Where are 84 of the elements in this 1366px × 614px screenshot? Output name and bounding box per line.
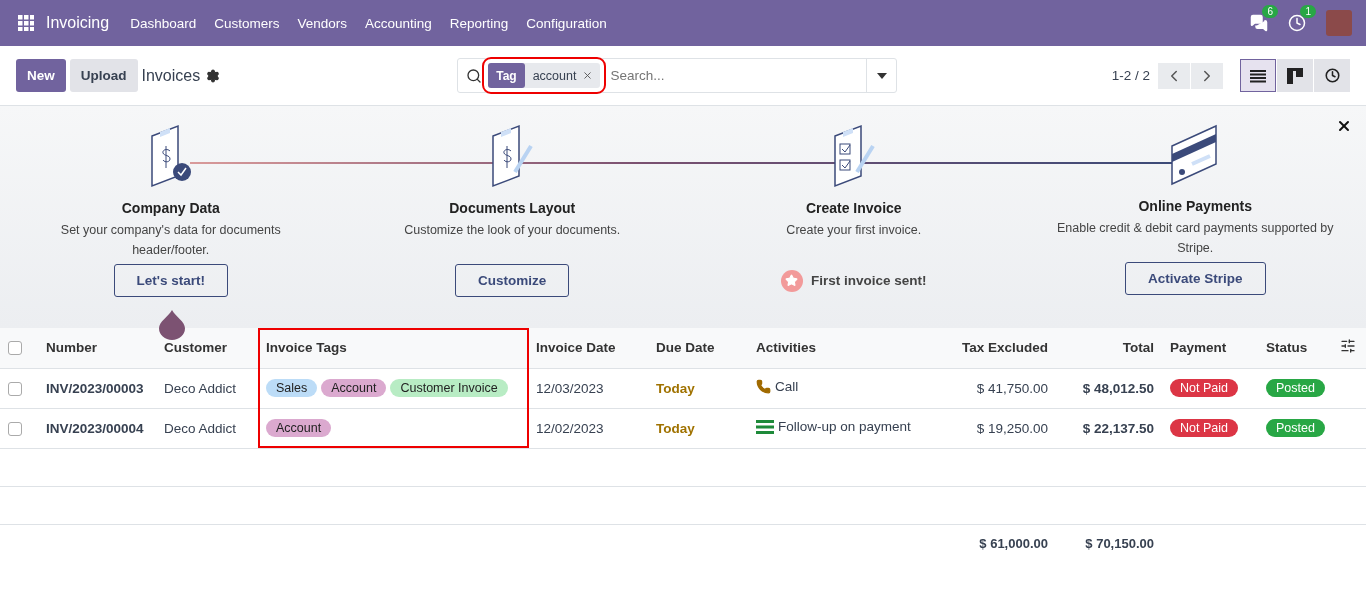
table-cell: INV/2023/00004 <box>38 408 156 448</box>
column-header[interactable]: Due Date <box>648 328 748 368</box>
facet-label: Tag <box>488 63 525 88</box>
new-button[interactable]: New <box>16 59 66 92</box>
clock-icon[interactable] <box>1288 14 1306 32</box>
step-description: Enable credit & debit card payments supported by Stripe. <box>1055 220 1335 257</box>
payment-badge: Not Paid <box>1170 379 1238 397</box>
task-list-icon <box>756 419 774 434</box>
clock-icon <box>1324 68 1340 83</box>
close-icon[interactable] <box>582 70 594 81</box>
step-done-text: First invoice sent! <box>811 273 927 288</box>
row-checkbox[interactable] <box>8 381 22 396</box>
step-description: Create your first invoice. <box>785 222 923 239</box>
tag: Sales <box>266 379 318 397</box>
next-button[interactable] <box>1191 62 1223 89</box>
step-button[interactable]: Customize <box>455 264 570 297</box>
table-cell: $ 41,750.00 <box>900 368 1056 408</box>
status-badge: Posted <box>1266 419 1325 437</box>
close-button[interactable] <box>1336 118 1352 134</box>
step-title: Documents Layout <box>449 200 576 216</box>
activity-label[interactable]: Call <box>775 379 799 394</box>
step-button[interactable]: Let's start! <box>113 264 228 297</box>
total-value: $ 70,150.00 <box>1085 535 1154 551</box>
column-header[interactable]: Invoice Tags <box>258 328 528 368</box>
tag: Account <box>321 379 387 397</box>
activity-view-button[interactable] <box>1314 59 1350 92</box>
step-description: Customize the look of your documents. <box>403 222 622 239</box>
due-date: Today <box>656 380 695 396</box>
column-settings-icon[interactable] <box>1340 338 1356 355</box>
search-icon <box>466 67 483 84</box>
total-value: $ 61,000.00 <box>979 535 1048 551</box>
search-field[interactable]: Tag account Search... <box>457 58 898 93</box>
step-title: Company Data <box>121 200 220 216</box>
activity-label[interactable]: Follow-up on payment <box>778 419 911 435</box>
step-title: Create Invoice <box>805 200 902 216</box>
list-view-button[interactable] <box>1240 59 1276 92</box>
settings-icon[interactable] <box>206 68 221 83</box>
menu-item[interactable]: Vendors <box>288 15 356 31</box>
breadcrumb-title: Invoices <box>141 66 201 85</box>
table-cell: 12/03/2023 <box>528 368 648 408</box>
select-all-checkbox[interactable] <box>8 341 22 356</box>
table-cell: 12/02/2023 <box>528 408 648 448</box>
column-header[interactable]: Status <box>1258 328 1332 368</box>
row-checkbox[interactable] <box>8 421 22 436</box>
menu-item[interactable]: Configuration <box>517 15 616 31</box>
activity-counter: 1 <box>1300 5 1316 18</box>
table-cell: $ 48,012.50 <box>1056 368 1162 408</box>
table-cell: INV/2023/00003 <box>38 368 156 408</box>
column-header[interactable]: Activities <box>748 328 900 368</box>
table-cell: $ 22,137.50 <box>1056 408 1162 448</box>
column-header[interactable]: Tax Excluded <box>900 328 1056 368</box>
caret-icon <box>876 72 887 79</box>
kanban-view-button[interactable] <box>1277 59 1313 92</box>
tour-tip-tooltip <box>159 310 185 340</box>
step-button[interactable]: Activate Stripe <box>1124 262 1266 295</box>
menu-item[interactable]: Customers <box>205 15 289 31</box>
menu-item[interactable]: Accounting <box>356 15 441 31</box>
status-badge: Posted <box>1266 379 1325 397</box>
menu-item[interactable]: Dashboard <box>121 15 206 31</box>
column-header[interactable]: Customer <box>156 328 258 368</box>
previous-button[interactable] <box>1158 62 1190 89</box>
due-date: Today <box>656 420 695 436</box>
tag: Account <box>266 419 332 437</box>
upload-button[interactable]: Upload <box>69 59 138 92</box>
message-counter: 6 <box>1262 5 1278 18</box>
step-description: Set your company's data for documents header/footer. <box>59 222 282 259</box>
payment-badge: Not Paid <box>1170 419 1238 437</box>
tag: Customer Invoice <box>390 379 508 397</box>
app-name[interactable]: Invoicing <box>46 14 110 32</box>
table-cell: Deco Addict <box>156 408 258 448</box>
menu-item[interactable]: Reporting <box>440 15 518 31</box>
pager-value: 1-2 / 2 <box>1111 68 1150 83</box>
facet-value: account <box>531 68 578 83</box>
chat-icon[interactable] <box>1250 14 1268 32</box>
column-header[interactable]: Number <box>38 328 156 368</box>
column-header[interactable]: Total <box>1056 328 1162 368</box>
kanban-icon <box>1287 67 1303 84</box>
step-title: Online Payments <box>1138 198 1253 214</box>
phone-icon <box>756 379 771 394</box>
table-cell: Deco Addict <box>156 368 258 408</box>
list-icon <box>1250 68 1266 83</box>
apps-grid-icon[interactable] <box>18 15 34 31</box>
column-header[interactable]: Invoice Date <box>528 328 648 368</box>
column-header[interactable]: Payment <box>1162 328 1258 368</box>
